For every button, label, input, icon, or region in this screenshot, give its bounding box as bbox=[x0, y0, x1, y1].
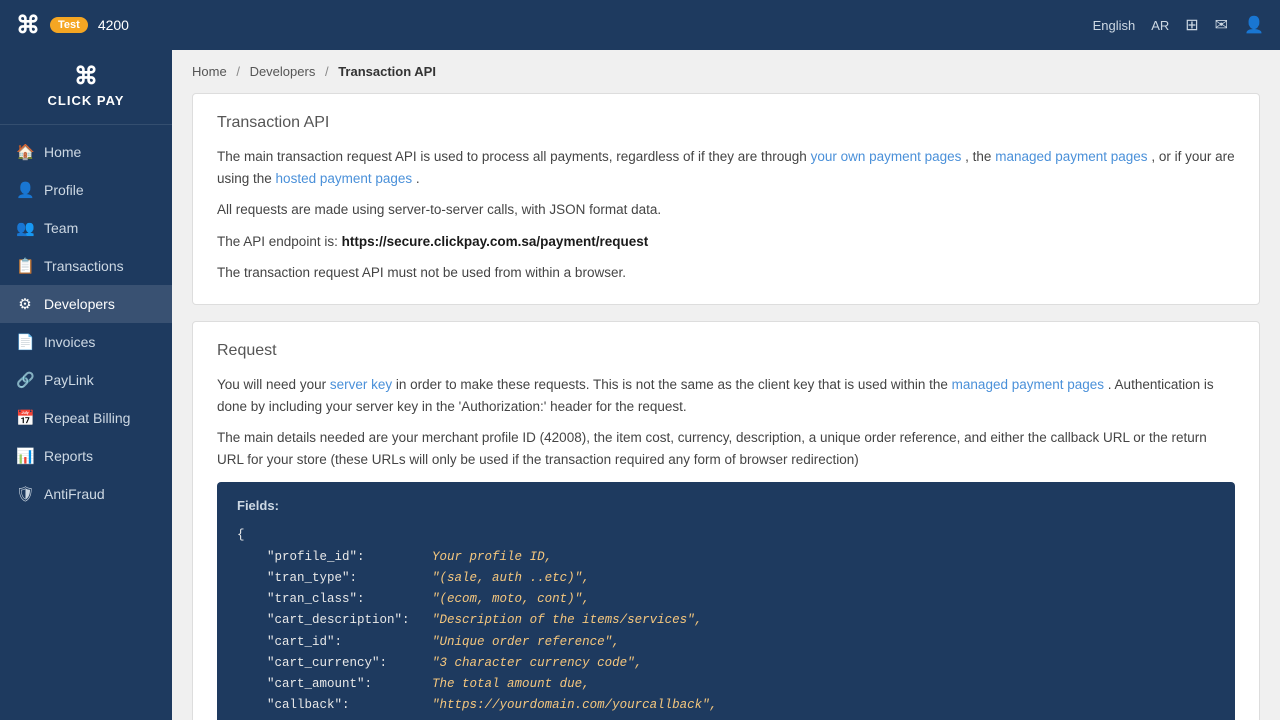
sidebar-label-developers: Developers bbox=[44, 296, 115, 312]
section1-link-managed-pages[interactable]: managed payment pages bbox=[995, 149, 1147, 164]
team-icon: 👥 bbox=[16, 219, 34, 237]
reports-icon: 📊 bbox=[16, 447, 34, 465]
paylink-icon: 🔗 bbox=[16, 371, 34, 389]
section1-endpoint-url: https://secure.clickpay.com.sa/payment/r… bbox=[342, 234, 649, 249]
section1-para1-end: . bbox=[416, 171, 420, 186]
section2-para1: You will need your server key in order t… bbox=[217, 374, 1235, 417]
test-badge: Test bbox=[50, 17, 88, 33]
sidebar-label-team: Team bbox=[44, 220, 78, 236]
section1-title: Transaction API bbox=[217, 114, 1235, 132]
breadcrumb-sep-1: / bbox=[236, 64, 240, 79]
main-layout: ⌘ CLICK PAY 🏠 Home 👤 Profile 👥 Team 📋 Tr… bbox=[0, 50, 1280, 720]
header-left: ⌘ Test 4200 bbox=[16, 11, 129, 40]
sidebar-item-antifraud[interactable]: 🛡 AntiFraud bbox=[0, 475, 172, 513]
sidebar-logo: ⌘ CLICK PAY bbox=[0, 50, 172, 125]
header-right: English AR ⊞ ✉ 👤 bbox=[1093, 15, 1264, 35]
transactions-icon: 📋 bbox=[16, 257, 34, 275]
section1-endpoint-label: The API endpoint is: bbox=[217, 234, 342, 249]
merchant-id: 4200 bbox=[98, 17, 129, 33]
content-scroll[interactable]: Transaction API The main transaction req… bbox=[172, 93, 1280, 720]
sidebar-label-home: Home bbox=[44, 144, 81, 160]
user-icon[interactable]: 👤 bbox=[1244, 15, 1264, 35]
developers-icon: ⚙ bbox=[16, 295, 34, 313]
repeat-billing-icon: 📅 bbox=[16, 409, 34, 427]
sidebar-label-paylink: PayLink bbox=[44, 372, 94, 388]
sidebar-item-reports[interactable]: 📊 Reports bbox=[0, 437, 172, 475]
sidebar-label-antifraud: AntiFraud bbox=[44, 486, 105, 502]
sidebar-label-repeat-billing: Repeat Billing bbox=[44, 410, 130, 426]
section1-para1-mid: , the bbox=[965, 149, 995, 164]
sidebar-item-team[interactable]: 👥 Team bbox=[0, 209, 172, 247]
section1-para2: All requests are made using server-to-se… bbox=[217, 199, 1235, 221]
sidebar-item-repeat-billing[interactable]: 📅 Repeat Billing bbox=[0, 399, 172, 437]
section2-title: Request bbox=[217, 342, 1235, 360]
breadcrumb-sep-2: / bbox=[325, 64, 329, 79]
sidebar-item-profile[interactable]: 👤 Profile bbox=[0, 171, 172, 209]
section2-para1-before: You will need your bbox=[217, 377, 330, 392]
section1-para3: The API endpoint is: https://secure.clic… bbox=[217, 231, 1235, 253]
section-request: Request You will need your server key in… bbox=[192, 321, 1260, 720]
section1-para1: The main transaction request API is used… bbox=[217, 146, 1235, 189]
sidebar-logo-text: CLICK PAY bbox=[48, 93, 125, 108]
sidebar-nav: 🏠 Home 👤 Profile 👥 Team 📋 Transactions ⚙… bbox=[0, 125, 172, 521]
logo-icon: ⌘ bbox=[16, 11, 40, 40]
content-area: Home / Developers / Transaction API Tran… bbox=[172, 50, 1280, 720]
breadcrumb-current: Transaction API bbox=[338, 64, 436, 79]
profile-icon: 👤 bbox=[16, 181, 34, 199]
sidebar-label-reports: Reports bbox=[44, 448, 93, 464]
sidebar-label-profile: Profile bbox=[44, 182, 84, 198]
breadcrumb-developers[interactable]: Developers bbox=[250, 64, 316, 79]
section1-link-hosted-pages[interactable]: hosted payment pages bbox=[276, 171, 413, 186]
section1-para4: The transaction request API must not be … bbox=[217, 262, 1235, 284]
fields-code-block: Fields: { "profile_id": Your profile ID,… bbox=[217, 482, 1235, 720]
sidebar-label-invoices: Invoices bbox=[44, 334, 95, 350]
sidebar: ⌘ CLICK PAY 🏠 Home 👤 Profile 👥 Team 📋 Tr… bbox=[0, 50, 172, 720]
sidebar-item-developers[interactable]: ⚙ Developers bbox=[0, 285, 172, 323]
breadcrumb-home[interactable]: Home bbox=[192, 64, 227, 79]
section1-para1-before: The main transaction request API is used… bbox=[217, 149, 811, 164]
section-transaction-api: Transaction API The main transaction req… bbox=[192, 93, 1260, 305]
fields-label: Fields: bbox=[237, 498, 1215, 513]
section1-link-own-pages[interactable]: your own payment pages bbox=[811, 149, 962, 164]
grid-icon[interactable]: ⊞ bbox=[1185, 15, 1198, 35]
sidebar-item-paylink[interactable]: 🔗 PayLink bbox=[0, 361, 172, 399]
section2-para2: The main details needed are your merchan… bbox=[217, 427, 1235, 470]
sidebar-label-transactions: Transactions bbox=[44, 258, 124, 274]
section2-para1-mid: in order to make these requests. This is… bbox=[396, 377, 952, 392]
home-icon: 🏠 bbox=[16, 143, 34, 161]
sidebar-item-invoices[interactable]: 📄 Invoices bbox=[0, 323, 172, 361]
code-content: { "profile_id": Your profile ID, "tran_t… bbox=[237, 525, 1215, 720]
language-flags: AR bbox=[1151, 18, 1169, 33]
top-header: ⌘ Test 4200 English AR ⊞ ✉ 👤 bbox=[0, 0, 1280, 50]
antifraud-icon: 🛡 bbox=[16, 485, 34, 503]
invoices-icon: 📄 bbox=[16, 333, 34, 351]
sidebar-item-home[interactable]: 🏠 Home bbox=[0, 133, 172, 171]
sidebar-logo-icon: ⌘ bbox=[74, 62, 98, 91]
language-label: English bbox=[1093, 18, 1136, 33]
breadcrumb: Home / Developers / Transaction API bbox=[172, 50, 1280, 93]
section2-link-server-key[interactable]: server key bbox=[330, 377, 392, 392]
sidebar-item-transactions[interactable]: 📋 Transactions bbox=[0, 247, 172, 285]
mail-icon[interactable]: ✉ bbox=[1215, 15, 1228, 35]
section2-link-managed-pages[interactable]: managed payment pages bbox=[952, 377, 1104, 392]
